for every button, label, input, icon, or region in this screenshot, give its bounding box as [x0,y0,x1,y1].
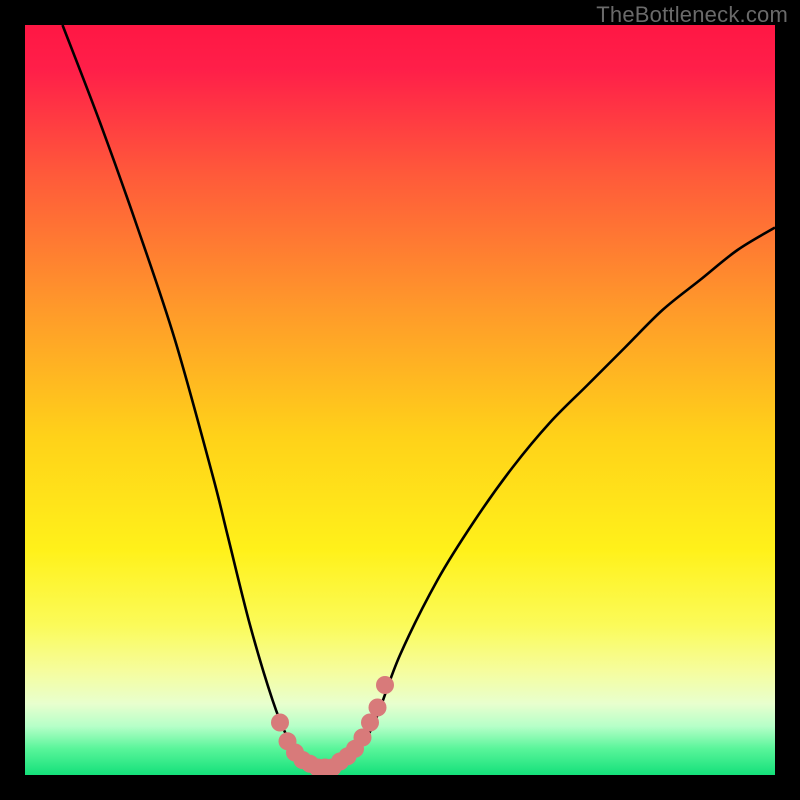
chart-frame: TheBottleneck.com [0,0,800,800]
background-gradient [25,25,775,775]
plot-area [25,25,775,775]
